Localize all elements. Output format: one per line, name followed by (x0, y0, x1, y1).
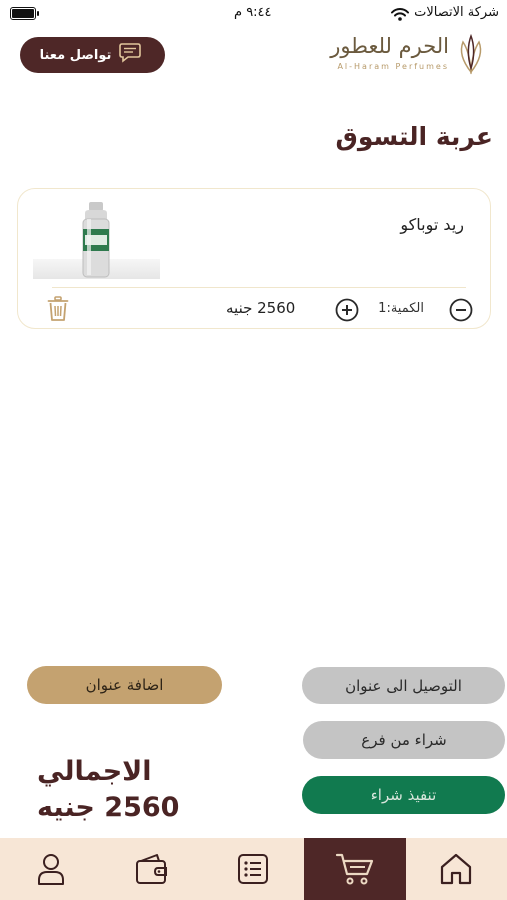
card-divider (52, 287, 466, 288)
item-price: 2560 جنيه (226, 299, 296, 317)
flower-logo-icon (453, 32, 489, 80)
bottom-nav (0, 838, 507, 900)
deliver-to-address-button[interactable]: التوصيل الى عنوان (302, 667, 505, 704)
clock: ٩:٤٤ م (234, 5, 272, 20)
minus-circle-icon (449, 298, 473, 322)
carrier-name: شركة الاتصالات (414, 5, 499, 20)
wallet-icon (136, 854, 168, 884)
total-label: الاجمالي (37, 756, 152, 787)
logo-english-text: Al-Haram Perfumes (337, 62, 449, 71)
trash-icon (47, 296, 69, 321)
product-image (33, 199, 160, 279)
list-icon (238, 854, 269, 884)
increase-quantity-button[interactable] (335, 298, 359, 322)
cart-item-card: ريد توباكو الكمية:1 2560 جنيه (17, 188, 491, 329)
quantity-label: الكمية:1 (378, 301, 424, 316)
nav-orders[interactable] (203, 838, 304, 900)
nav-profile[interactable] (0, 838, 101, 900)
logo-arabic-text: الحرم للعطور (330, 34, 449, 58)
wifi-icon (391, 6, 409, 25)
delete-item-button[interactable] (47, 296, 69, 322)
user-icon (37, 854, 64, 885)
decrease-quantity-button[interactable] (449, 298, 473, 322)
status-bar: شركة الاتصالات ٩:٤٤ م (0, 0, 507, 30)
buy-from-branch-button[interactable]: شراء من فرع (303, 721, 505, 759)
checkout-button[interactable]: تنفيذ شراء (302, 776, 505, 814)
home-icon (441, 853, 472, 885)
add-address-button[interactable]: اضافة عنوان (27, 666, 222, 704)
contact-us-button[interactable]: تواصل معنا (20, 37, 165, 73)
nav-wallet[interactable] (101, 838, 202, 900)
nav-cart[interactable] (304, 838, 406, 900)
product-name: ريد توباكو (400, 215, 464, 234)
plus-circle-icon (335, 298, 359, 322)
chat-icon (119, 42, 145, 68)
nav-home[interactable] (406, 838, 507, 900)
page-title: عربة التسوق (335, 122, 493, 151)
brand-logo: الحرم للعطور Al-Haram Perfumes (329, 32, 489, 80)
contact-us-label: تواصل معنا (39, 47, 112, 63)
battery-icon (10, 7, 39, 20)
total-value: 2560 جنيه (37, 792, 180, 823)
cart-icon (335, 853, 373, 885)
